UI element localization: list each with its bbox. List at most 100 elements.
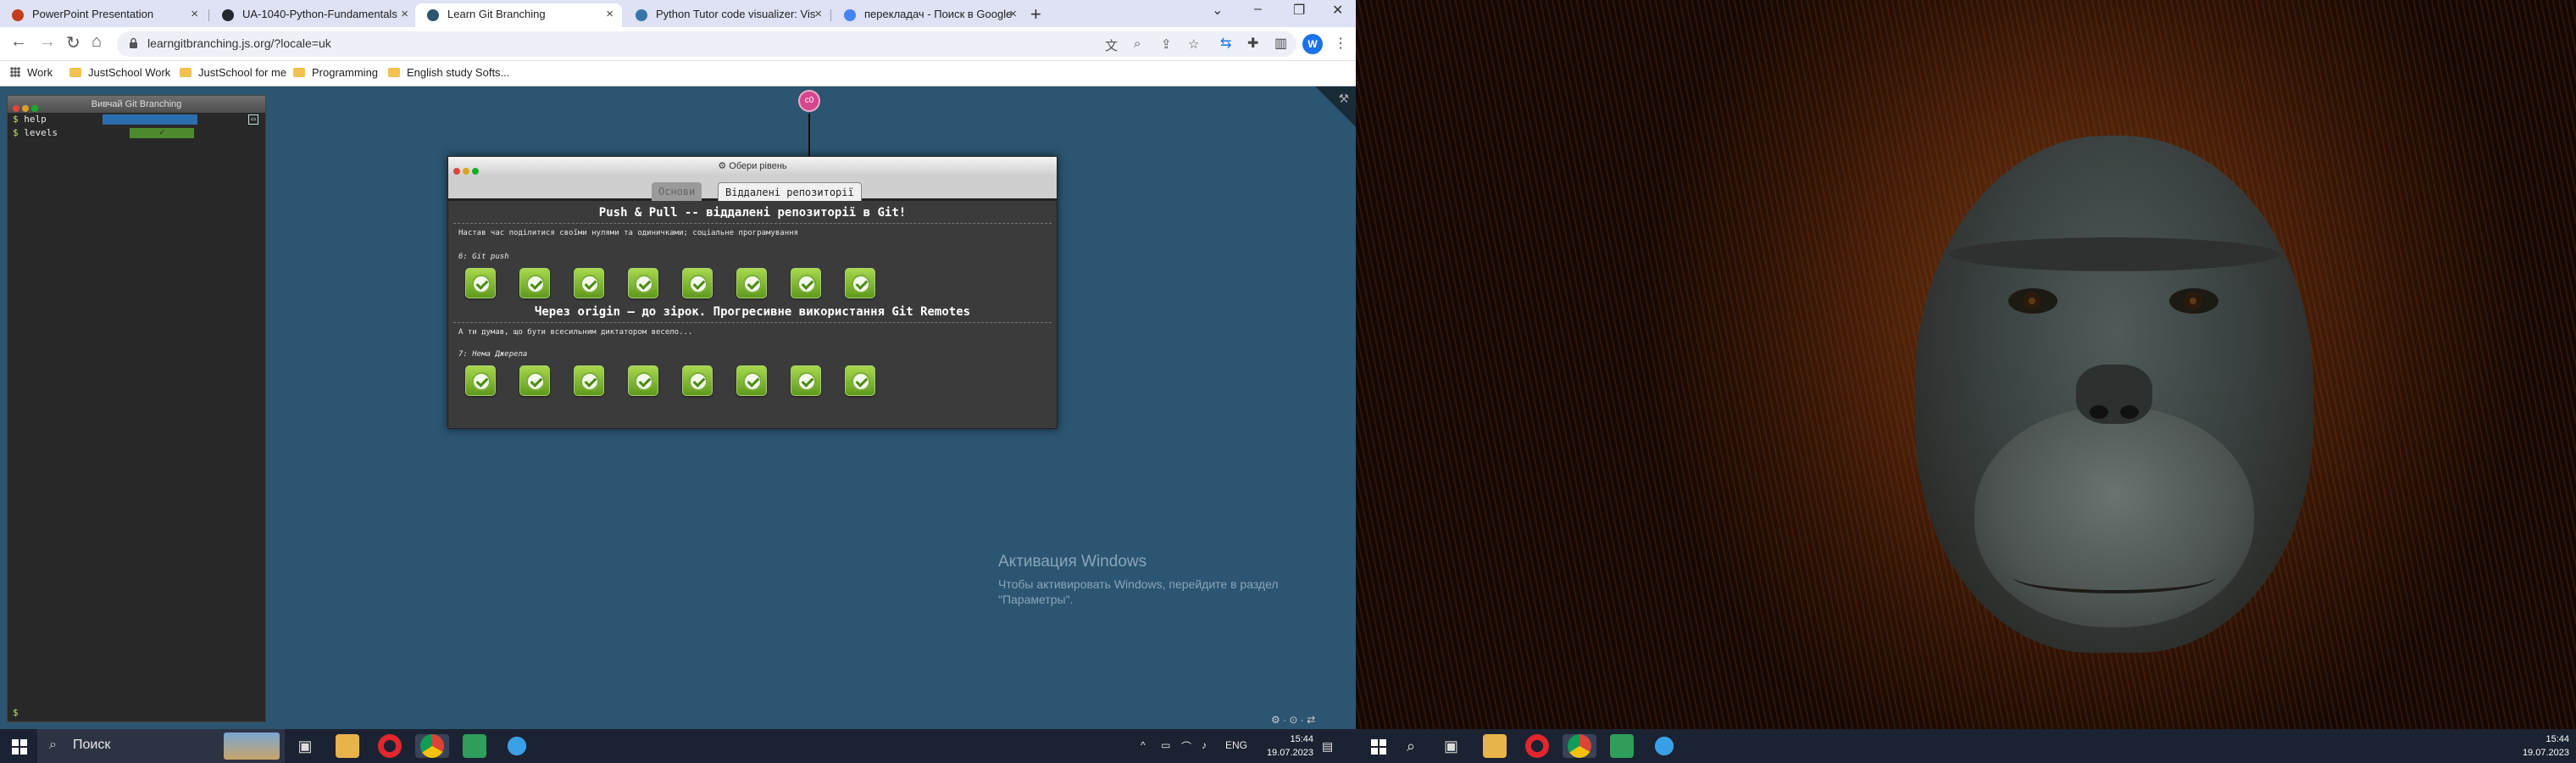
search-icon[interactable]: ⌕	[1407, 738, 1415, 755]
minimize-dot-icon[interactable]	[463, 168, 469, 175]
network-icon[interactable]: ⌒	[1181, 739, 1191, 754]
restore-icon[interactable]: ❐	[1293, 2, 1305, 19]
reload-icon[interactable]: ↻	[66, 32, 80, 53]
tray-chevron-icon[interactable]: ^	[1141, 739, 1146, 751]
taskbar: ⌕ Поиск ▣ ^ ▭ ⌒ ♪ ENG 15:44 19.07.2023 ▤	[0, 729, 1356, 763]
canvas-controls[interactable]: ⚙ · ⊙ · ⇄	[1271, 714, 1315, 726]
checkmark-icon	[797, 372, 816, 391]
level-button[interactable]	[845, 365, 875, 396]
tab-powerpoint[interactable]: PowerPoint Presentation ×	[0, 3, 207, 27]
level-select-dialog: ⚙ Обери рівень Основи Віддалені репозито…	[447, 156, 1058, 429]
volume-icon[interactable]: ♪	[1202, 739, 1207, 751]
clock[interactable]: 15:44 19.07.2023	[2508, 732, 2569, 760]
zoom-icon[interactable]: ⌕	[1134, 36, 1141, 51]
bookmark-star-icon[interactable]: ☆	[1188, 36, 1199, 52]
level-button[interactable]	[682, 365, 713, 396]
tab-learn-git-branching[interactable]: Learn Git Branching ×	[415, 3, 622, 27]
terminal-prompt[interactable]: $	[13, 707, 19, 718]
task-view-icon[interactable]: ▣	[1444, 738, 1458, 755]
task-view-icon[interactable]: ▣	[293, 734, 317, 758]
extensions-icon[interactable]: ✚	[1247, 35, 1258, 52]
level-button[interactable]	[845, 268, 875, 298]
tab-search-icon[interactable]: ⌄	[1212, 2, 1223, 19]
section-title: Через origin – до зірок. Прогресивне вик…	[534, 305, 971, 319]
file-explorer-icon[interactable]	[1483, 734, 1507, 758]
level-button[interactable]	[736, 365, 767, 396]
menu-icon[interactable]: ⋮	[1334, 35, 1347, 52]
chrome-taskbar-button[interactable]	[1563, 734, 1596, 758]
close-tab-icon[interactable]: ×	[401, 3, 408, 25]
home-icon[interactable]: ⌂	[92, 32, 102, 52]
back-icon[interactable]: ←	[10, 32, 27, 52]
clock[interactable]: 15:44 19.07.2023	[1254, 732, 1313, 760]
bookmark-justschool-work[interactable]: JustSchool Work	[69, 66, 170, 79]
opera-icon[interactable]	[1525, 734, 1549, 758]
close-dot-icon[interactable]	[453, 168, 460, 175]
forward-icon[interactable]: →	[39, 32, 56, 52]
new-tab-button[interactable]: +	[1030, 3, 1041, 25]
level-button[interactable]	[791, 268, 821, 298]
level-button[interactable]	[628, 365, 658, 396]
activation-title: Активация Windows	[998, 553, 1147, 571]
google-icon	[844, 9, 856, 21]
commit-node[interactable]: c0	[798, 90, 820, 112]
bookmark-justschool-for-me[interactable]: JustSchool for me	[180, 66, 286, 79]
folder-icon	[293, 68, 305, 77]
apps-grid-icon	[10, 67, 20, 77]
level-button[interactable]	[791, 365, 821, 396]
close-tab-icon[interactable]: ×	[1009, 3, 1017, 25]
translate-icon[interactable]: 文	[1105, 36, 1118, 54]
taskbar-search[interactable]: ⌕ Поиск	[37, 729, 285, 763]
level-button[interactable]	[519, 268, 550, 298]
url-text: learngitbranching.js.org/?locale=uk	[147, 36, 331, 50]
level-button[interactable]	[519, 365, 550, 396]
tab-google-translate[interactable]: перекладач - Поиск в Google ×	[832, 3, 1025, 27]
bookmark-programming[interactable]: Programming	[293, 66, 378, 79]
address-bar[interactable]: learngitbranching.js.org/?locale=uk 文 ⌕ …	[117, 31, 1296, 57]
extension-translate-icon[interactable]: ⇆	[1220, 35, 1231, 52]
chrome-icon	[1568, 734, 1591, 758]
level-button[interactable]	[465, 268, 496, 298]
bookmark-english-study[interactable]: English study Softs...	[388, 66, 509, 79]
tab-title: Learn Git Branching	[447, 8, 546, 20]
bookmark-work[interactable]: Work	[10, 66, 53, 79]
file-explorer-icon[interactable]	[336, 734, 359, 758]
checkmark-icon	[635, 372, 653, 391]
close-tab-icon[interactable]: ×	[191, 3, 198, 25]
tab-basics[interactable]: Основи	[652, 182, 702, 201]
close-tab-icon[interactable]: ×	[606, 3, 613, 25]
telegram-icon[interactable]	[1652, 734, 1676, 758]
level-button[interactable]	[682, 268, 713, 298]
battery-icon[interactable]: ▭	[1161, 739, 1170, 751]
level-button[interactable]	[736, 268, 767, 298]
language-indicator[interactable]: ENG	[1225, 739, 1247, 751]
close-window-icon[interactable]: ✕	[1332, 2, 1343, 19]
sidepanel-icon[interactable]: ▥	[1274, 35, 1287, 52]
pycharm-icon[interactable]	[1610, 734, 1634, 758]
maximize-dot-icon[interactable]	[472, 168, 479, 175]
windows-start-icon[interactable]	[1371, 739, 1386, 755]
level-button[interactable]	[465, 365, 496, 396]
command-success-badge: ✓	[130, 128, 194, 138]
share-icon[interactable]: ⇪	[1161, 36, 1172, 52]
pycharm-icon[interactable]	[463, 734, 486, 758]
telegram-icon[interactable]	[505, 734, 529, 758]
level-button[interactable]	[628, 268, 658, 298]
tab-remote-repos[interactable]: Віддалені репозиторії	[718, 182, 862, 201]
level-button[interactable]	[574, 268, 604, 298]
profile-avatar[interactable]: W	[1302, 34, 1323, 54]
opera-icon[interactable]	[378, 734, 402, 758]
tab-github[interactable]: UA-1040-Python-Fundamentals ×	[210, 3, 417, 27]
level-button[interactable]	[574, 365, 604, 396]
notifications-icon[interactable]: ▤	[1322, 739, 1333, 754]
windows-start-icon[interactable]	[12, 739, 27, 755]
close-tab-icon[interactable]: ×	[814, 3, 822, 25]
taskbar-secondary: ⌕ ▣ 15:44 19.07.2023	[1356, 729, 2576, 763]
chrome-taskbar-button[interactable]	[415, 734, 449, 758]
level-name: 6: Git push	[458, 253, 509, 261]
tab-python-tutor[interactable]: Python Tutor code visualizer: Vis ×	[624, 3, 830, 27]
minimize-icon[interactable]: –	[1254, 2, 1262, 17]
checkmark-icon	[472, 372, 491, 391]
settings-corner[interactable]: ⚒	[1315, 86, 1356, 127]
command-terminal[interactable]: Вивчай Git Branching $ help ▭ $ levels ✓…	[7, 95, 266, 722]
